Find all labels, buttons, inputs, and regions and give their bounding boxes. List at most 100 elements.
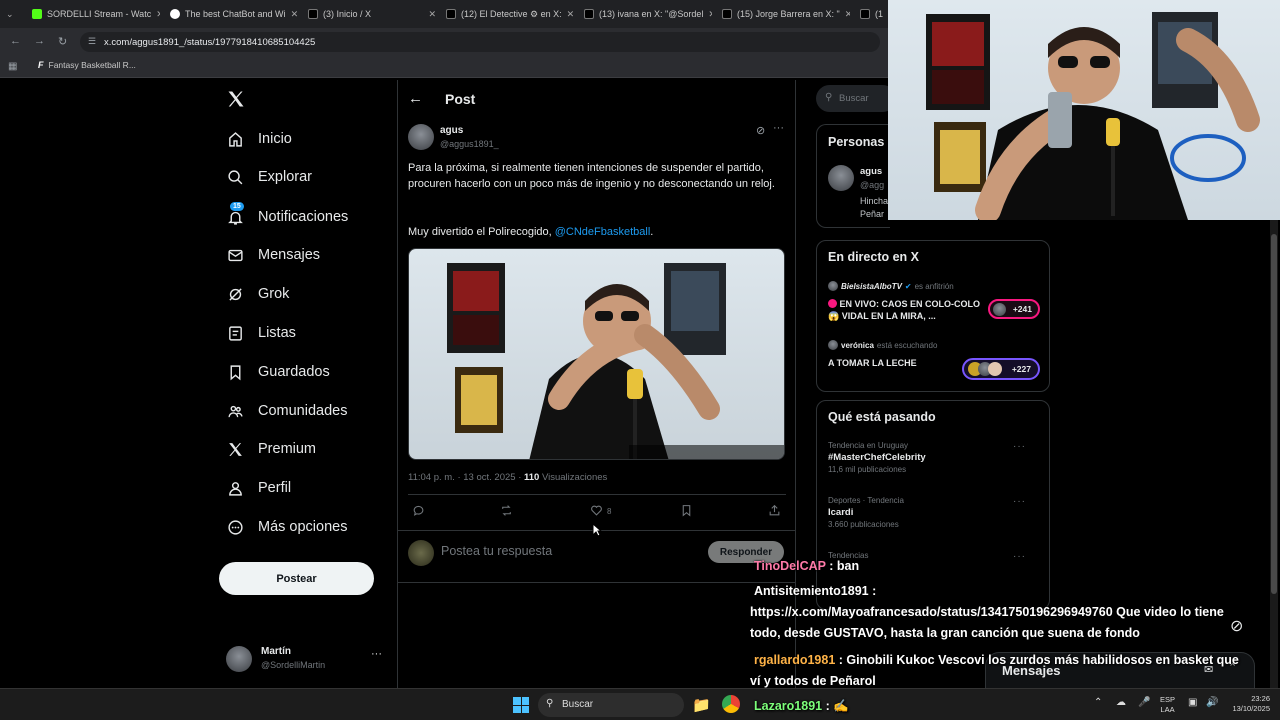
- live-space-title[interactable]: EN VIVO: CAOS EN COLO-COLO 😱 VIDAL EN LA…: [828, 298, 983, 322]
- close-tab-icon[interactable]: ✕: [156, 9, 160, 20]
- close-tab-icon[interactable]: ✕: [291, 9, 298, 20]
- reload-icon[interactable]: ↻: [58, 35, 67, 48]
- post-meta: 11:04 p. m. · 13 oct. 2025 · 110 Visuali…: [408, 472, 607, 483]
- nav-more[interactable]: Más opciones: [226, 514, 347, 540]
- browser-tab[interactable]: (15) Jorge Barrera en X: " ✕: [722, 4, 850, 24]
- nav-label: Comunidades: [258, 403, 348, 419]
- url-field[interactable]: ☰ x.com/aggus1891_/status/19779184106851…: [80, 32, 880, 52]
- chat-username: Antisitemiento1891: [754, 584, 869, 598]
- reply-input[interactable]: Postea tu respuesta: [441, 544, 552, 558]
- clock[interactable]: 23:26 13/10/2025: [1224, 694, 1270, 714]
- space-title[interactable]: A TOMAR LA LECHE: [828, 358, 917, 368]
- microphone-icon[interactable]: 🎤: [1138, 697, 1150, 708]
- post-video[interactable]: [408, 248, 785, 460]
- views-label: Visualizaciones: [539, 472, 608, 483]
- mail-icon: [226, 246, 244, 264]
- author-avatar[interactable]: [408, 124, 434, 150]
- live-host-row[interactable]: BielsistaAlboTV ✔ es anfitrión: [828, 281, 954, 291]
- person-avatar[interactable]: [828, 165, 854, 191]
- x-logo-icon[interactable]: [226, 89, 246, 114]
- back-arrow-icon[interactable]: ←: [408, 90, 423, 107]
- host-name: verónica: [841, 340, 874, 350]
- trend-item[interactable]: Deportes · Tendencia Icardi 3.660 public…: [828, 496, 1038, 538]
- trend-item[interactable]: Tendencia en Uruguay #MasterChefCelebrit…: [828, 441, 1038, 483]
- back-icon[interactable]: ←: [10, 35, 21, 47]
- browser-tab[interactable]: (1: [860, 4, 888, 24]
- trend-count: 3.660 publicaciones: [828, 520, 899, 529]
- listener-avatar: [993, 303, 1006, 316]
- nav-label: Perfil: [258, 480, 292, 496]
- nav-bookmarks[interactable]: Guardados: [226, 359, 330, 385]
- more-dots-icon[interactable]: ···: [773, 122, 784, 134]
- mention-link[interactable]: @CNdeFbasketball: [555, 226, 651, 238]
- live-host-row[interactable]: verónica está escuchando: [828, 340, 937, 350]
- close-tab-icon[interactable]: ✕: [567, 9, 574, 20]
- author-name[interactable]: agus: [440, 125, 463, 136]
- volume-icon[interactable]: 🔊: [1206, 697, 1218, 708]
- reply-action[interactable]: [412, 504, 425, 519]
- share-action[interactable]: [768, 504, 781, 519]
- listeners-pill[interactable]: +241: [988, 299, 1040, 319]
- post-timestamp[interactable]: 11:04 p. m. · 13 oct. 2025 ·: [408, 472, 524, 483]
- author-handle[interactable]: @aggus1891_: [440, 139, 499, 149]
- chat-username: TinoDelCAP: [754, 559, 826, 573]
- account-switcher[interactable]: Martín @SordelliMartin ···: [226, 644, 386, 674]
- bell-icon: 15: [226, 202, 244, 226]
- nav-communities[interactable]: Comunidades: [226, 398, 347, 424]
- nav-messages[interactable]: Mensajes: [226, 242, 320, 268]
- nav-grok[interactable]: Grok: [226, 281, 289, 307]
- live-card: En directo en X BielsistaAlboTV ✔ es anf…: [816, 240, 1050, 392]
- trend-meta: Tendencia en Uruguay: [828, 441, 909, 450]
- bookmark-item[interactable]: F Fantasy Basketball R...: [38, 60, 136, 70]
- apps-grid-icon[interactable]: ▦: [8, 61, 17, 72]
- close-tab-icon[interactable]: ✕: [845, 9, 850, 20]
- tab-list-button[interactable]: ⌄: [6, 4, 22, 24]
- language-indicator[interactable]: ESP LAA: [1160, 695, 1175, 715]
- grok-icon[interactable]: ⊘: [756, 124, 765, 137]
- nav-label: Premium: [258, 441, 317, 457]
- more-dots-icon[interactable]: ···: [1013, 551, 1026, 562]
- repost-action[interactable]: [500, 504, 513, 519]
- chatbot-icon: [170, 9, 180, 19]
- browser-tab[interactable]: SORDELLI Stream - Watc ✕: [32, 4, 160, 24]
- like-action[interactable]: 8: [590, 504, 611, 519]
- site-info-icon[interactable]: ☰: [88, 36, 96, 47]
- browser-tab[interactable]: (3) Inicio / X ✕: [308, 4, 436, 24]
- more-dots-icon[interactable]: ···: [1013, 441, 1026, 452]
- nav-notifications[interactable]: 15 Notificaciones: [226, 202, 348, 230]
- listeners-pill[interactable]: +227: [962, 358, 1040, 380]
- taskbar-search[interactable]: ⚲ Buscar: [538, 693, 684, 717]
- forward-icon[interactable]: →: [34, 35, 45, 47]
- search-box[interactable]: ⚲ Buscar: [816, 85, 896, 112]
- more-dots-icon[interactable]: ···: [1013, 496, 1026, 507]
- file-explorer-icon[interactable]: 📁: [692, 696, 711, 714]
- nav-premium[interactable]: Premium: [226, 436, 316, 462]
- address-bar-row: ← → ↻ ☰ x.com/aggus1891_/status/19779184…: [0, 28, 888, 56]
- more-dots-icon[interactable]: ···: [371, 648, 382, 660]
- scrollbar-thumb[interactable]: [1271, 234, 1277, 594]
- like-count: 8: [607, 507, 612, 516]
- nav-home[interactable]: Inicio: [226, 126, 292, 152]
- display-icon[interactable]: ▣: [1188, 697, 1197, 708]
- card-title: Qué está pasando: [828, 410, 936, 424]
- person-name[interactable]: agus: [860, 166, 882, 177]
- search-placeholder: Buscar: [839, 93, 869, 104]
- network-icon[interactable]: ☁: [1116, 697, 1126, 708]
- clock-date: 13/10/2025: [1232, 704, 1270, 713]
- close-tab-icon[interactable]: ✕: [428, 9, 436, 20]
- browser-tab[interactable]: The best ChatBot and Wi ✕: [170, 4, 298, 24]
- bookmark-label: Fantasy Basketball R...: [48, 60, 136, 70]
- bookmark-action[interactable]: [680, 504, 693, 519]
- browser-tab[interactable]: (12) El Detective ⚙ en X: ✕: [446, 4, 574, 24]
- browser-tab[interactable]: (13) ivana en X: "@Sordel ✕: [584, 4, 712, 24]
- nav-lists[interactable]: Listas: [226, 320, 296, 346]
- nav-label: Guardados: [258, 364, 330, 380]
- close-tab-icon[interactable]: ✕: [708, 9, 712, 20]
- x-icon: [584, 9, 594, 19]
- chrome-icon[interactable]: [722, 695, 740, 713]
- windows-start-icon[interactable]: [513, 697, 529, 713]
- chevron-up-icon[interactable]: ⌃: [1094, 697, 1102, 708]
- post-button[interactable]: Postear: [219, 562, 374, 595]
- nav-explore[interactable]: Explorar: [226, 164, 312, 190]
- nav-profile[interactable]: Perfil: [226, 475, 291, 501]
